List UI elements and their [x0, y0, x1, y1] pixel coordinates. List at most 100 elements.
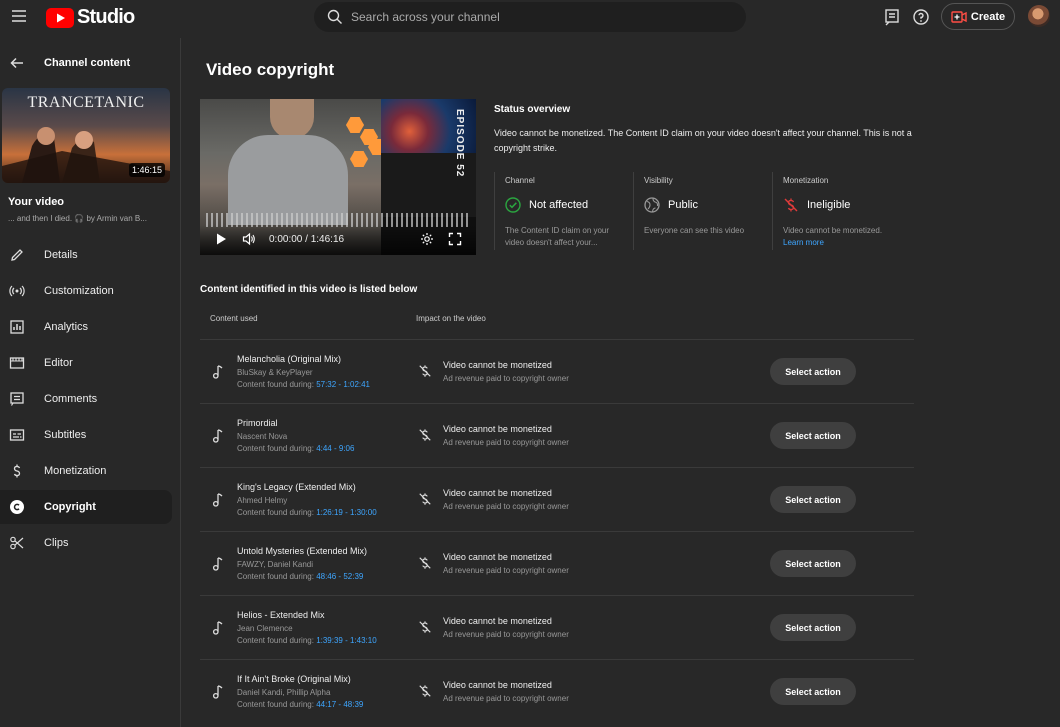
select-action-button[interactable]: Select action: [770, 486, 856, 513]
content-found: Content found during: 48:46 - 52:39: [237, 572, 363, 581]
settings-gear-icon[interactable]: [420, 232, 434, 246]
content-title: Primordial: [237, 418, 278, 428]
avatar[interactable]: [1028, 5, 1050, 27]
impact-title: Video cannot be monetized: [443, 616, 552, 626]
timestamp-link[interactable]: 1:39:39 - 1:43:10: [316, 636, 377, 645]
learn-more-link[interactable]: Learn more: [783, 238, 824, 247]
timestamp-link[interactable]: 4:44 - 9:06: [316, 444, 354, 453]
content-found: Content found during: 1:26:19 - 1:30:00: [237, 508, 377, 517]
timestamp-link[interactable]: 44:17 - 48:39: [316, 700, 363, 709]
create-button[interactable]: Create: [941, 3, 1015, 30]
hamburger-menu-icon[interactable]: [8, 5, 30, 27]
sidebar-item-customization[interactable]: Customization: [0, 274, 172, 308]
thumbnail-duration: 1:46:15: [128, 163, 165, 177]
main-content: Video copyright EPISODE 52 0:00:00 / 1:4…: [182, 38, 1060, 727]
select-action-button[interactable]: Select action: [770, 550, 856, 577]
table-row: Untold Mysteries (Extended Mix) FAWZY, Da…: [200, 531, 914, 595]
found-label: Content found during:: [237, 700, 314, 709]
status-overview-title: Status overview: [494, 104, 571, 115]
no-monetization-icon: [418, 556, 432, 570]
play-icon[interactable]: [214, 232, 228, 246]
impact-title: Video cannot be monetized: [443, 488, 552, 498]
column-header-content-used: Content used: [210, 314, 258, 323]
impact-subtitle: Ad revenue paid to copyright owner: [443, 502, 569, 511]
select-action-button[interactable]: Select action: [770, 678, 856, 705]
copyright-icon: [9, 499, 25, 515]
column-header-impact: Impact on the video: [416, 314, 486, 323]
music-note-icon: [212, 685, 224, 699]
sidebar-item-details[interactable]: Details: [0, 238, 172, 272]
content-artist: FAWZY, Daniel Kandi: [237, 560, 314, 569]
content-title: If It Ain't Broke (Original Mix): [237, 674, 351, 684]
found-label: Content found during:: [237, 636, 314, 645]
sidebar-item-label: Clips: [44, 537, 69, 549]
timestamp-link[interactable]: 57:32 - 1:02:41: [316, 380, 370, 389]
timestamp-link[interactable]: 1:26:19 - 1:30:00: [316, 508, 377, 517]
editor-icon: [9, 355, 25, 371]
fullscreen-icon[interactable]: [448, 232, 462, 246]
status-visibility-label: Visibility: [644, 176, 673, 185]
timestamp-link[interactable]: 48:46 - 52:39: [316, 572, 363, 581]
status-channel-desc: The Content ID claim on your video doesn…: [505, 226, 610, 247]
content-found: Content found during: 4:44 - 9:06: [237, 444, 354, 453]
sidebar-item-copyright[interactable]: Copyright: [0, 490, 172, 524]
hexagon-light-icon: [346, 117, 364, 133]
youtube-logo-icon: [46, 7, 74, 28]
your-video-label: Your video: [8, 196, 65, 208]
impact-subtitle: Ad revenue paid to copyright owner: [443, 694, 569, 703]
episode-label: EPISODE 52: [454, 109, 465, 178]
music-note-icon: [212, 557, 224, 571]
sidebar-item-comments[interactable]: Comments: [0, 382, 172, 416]
no-monetization-icon: [418, 620, 432, 634]
content-found: Content found during: 1:39:39 - 1:43:10: [237, 636, 377, 645]
found-label: Content found during:: [237, 380, 314, 389]
sidebar-item-analytics[interactable]: Analytics: [0, 310, 172, 344]
content-found: Content found during: 57:32 - 1:02:41: [237, 380, 370, 389]
player-person-head: [270, 99, 314, 139]
content-artist: Ahmed Helmy: [237, 496, 288, 505]
status-monetization-value: Ineligible: [807, 199, 851, 211]
check-circle-icon: [505, 197, 521, 213]
search-bar[interactable]: [314, 2, 746, 32]
table-row: King's Legacy (Extended Mix) Ahmed Helmy C…: [200, 467, 914, 531]
sidebar-item-subtitles[interactable]: Subtitles: [0, 418, 172, 452]
sidebar-item-clips[interactable]: Clips: [0, 526, 172, 560]
logo-text: Studio: [77, 6, 135, 28]
impact-subtitle: Ad revenue paid to copyright owner: [443, 438, 569, 447]
feedback-icon[interactable]: [883, 8, 901, 26]
table-row: Melancholia (Original Mix) BluSkay & KeyP…: [200, 339, 914, 403]
select-action-button[interactable]: Select action: [770, 358, 856, 385]
video-player[interactable]: EPISODE 52 0:00:00 / 1:46:16: [200, 99, 476, 255]
create-label: Create: [970, 10, 1006, 23]
impact-subtitle: Ad revenue paid to copyright owner: [443, 566, 569, 575]
found-label: Content found during:: [237, 444, 314, 453]
create-video-icon: [951, 10, 967, 23]
sidebar-item-editor[interactable]: Editor: [0, 346, 172, 380]
studio-logo[interactable]: Studio: [46, 6, 135, 29]
help-icon[interactable]: [912, 8, 930, 26]
back-title: Channel content: [44, 57, 131, 69]
no-monetization-icon: [418, 428, 432, 442]
impact-subtitle: Ad revenue paid to copyright owner: [443, 630, 569, 639]
status-visibility-desc: Everyone can see this video: [644, 226, 745, 235]
volume-icon[interactable]: [242, 232, 256, 246]
select-action-button[interactable]: Select action: [770, 614, 856, 641]
sidebar-item-label: Customization: [44, 285, 114, 297]
sidebar-item-monetization[interactable]: Monetization: [0, 454, 172, 488]
video-thumbnail[interactable]: TRANCETANIC 1:46:15: [2, 88, 170, 183]
select-action-button[interactable]: Select action: [770, 422, 856, 449]
content-artist: Daniel Kandi, Phillip Alpha: [237, 688, 331, 697]
table-row: If It Ain't Broke (Original Mix) Daniel K…: [200, 659, 914, 723]
pencil-icon: [9, 247, 25, 263]
search-icon: [327, 9, 342, 24]
status-channel-value: Not affected: [529, 199, 589, 211]
top-bar: Studio Create: [0, 0, 1060, 38]
impact-title: Video cannot be monetized: [443, 552, 552, 562]
status-overview-text: Video cannot be monetized. The Content I…: [494, 128, 912, 153]
back-arrow-icon[interactable]: [9, 55, 25, 71]
content-title: Helios - Extended Mix: [237, 610, 325, 620]
search-input[interactable]: [351, 10, 711, 24]
sidebar-item-label: Details: [44, 249, 78, 261]
status-channel-label: Channel: [505, 176, 535, 185]
content-title: Melancholia (Original Mix): [237, 354, 342, 364]
